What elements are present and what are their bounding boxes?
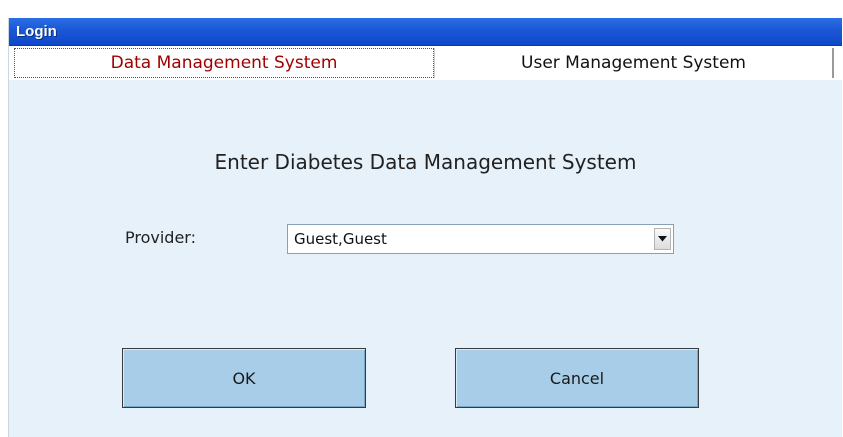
ok-button-label: OK [232,368,256,388]
page-heading: Enter Diabetes Data Management System [214,150,637,174]
tab-bar: Data Management System User Management S… [9,46,842,80]
window-title: Login [16,23,57,40]
chevron-down-icon[interactable] [654,228,671,250]
provider-select[interactable]: Guest,Guest [287,224,674,254]
login-window: Login Data Management System User Manage… [8,18,842,437]
title-bar[interactable]: Login [9,18,842,46]
tab-data-management-system[interactable]: Data Management System [14,48,434,78]
cancel-button[interactable]: Cancel [455,348,699,408]
tab-label: Data Management System [110,53,338,73]
provider-select-value: Guest,Guest [294,230,387,248]
ok-button[interactable]: OK [122,348,366,408]
provider-label: Provider: [125,228,196,247]
chevron-down-icon-glyph [658,236,667,242]
tab-user-management-system[interactable]: User Management System [434,48,834,78]
tab-label: User Management System [521,53,746,73]
tab-content-panel: Enter Diabetes Data Management System Pr… [9,80,842,437]
cancel-button-label: Cancel [549,368,605,388]
